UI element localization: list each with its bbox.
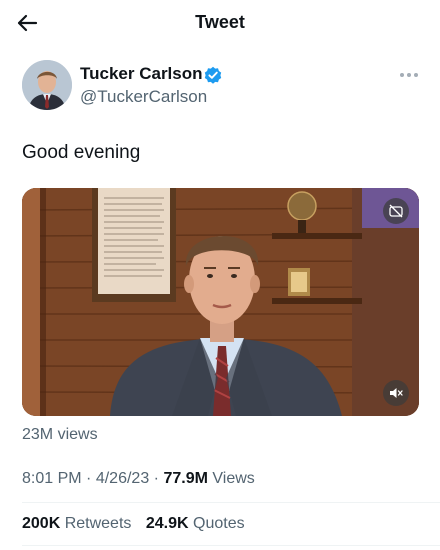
quotes-label: Quotes [193,515,245,532]
quotes-count: 24.9K [145,515,189,532]
quotes-stat[interactable]: 24.9K Quotes [146,515,245,532]
more-horizontal-icon [400,73,404,77]
tweet-date[interactable]: 4/26/23 [96,470,149,487]
verified-badge-icon [204,66,222,84]
divider [22,545,440,546]
header-bar: Tweet [0,0,440,46]
retweets-label: Retweets [64,515,132,532]
mute-toggle-button[interactable] [383,380,409,406]
tweet-metadata: 8:01 PM · 4/26/23 · 77.9M Views [22,470,255,488]
more-horizontal-icon [414,73,418,77]
volume-muted-icon [390,388,403,398]
tweet-time[interactable]: 8:01 PM [22,470,82,487]
author-name[interactable]: Tucker Carlson [80,64,203,84]
video-frame [22,188,419,416]
more-horizontal-icon [407,73,411,77]
retweets-count: 200K [22,515,61,532]
divider [22,502,440,503]
tweet-text: Good evening [22,142,141,163]
more-button[interactable] [398,66,420,82]
video-player[interactable] [22,188,419,416]
meta-separator: · [86,470,92,487]
tweet-detail-page: Tweet Tucker Carlson @TuckerCarlson Good… [0,0,440,550]
avatar[interactable] [22,60,72,110]
page-title: Tweet [195,12,245,32]
captions-toggle-button[interactable] [383,198,409,224]
tweet-views-label: Views [212,470,255,487]
engagement-stats: 200K Retweets 24.9K Quotes [22,515,255,533]
author-handle[interactable]: @TuckerCarlson [80,87,207,107]
retweets-stat[interactable]: 200K Retweets [22,515,131,532]
video-view-count: 23M views [22,426,98,443]
meta-separator: · [153,470,159,487]
captions-off-icon [389,204,403,218]
avatar-image [22,60,72,110]
tweet-views-count: 77.9M [163,470,208,487]
